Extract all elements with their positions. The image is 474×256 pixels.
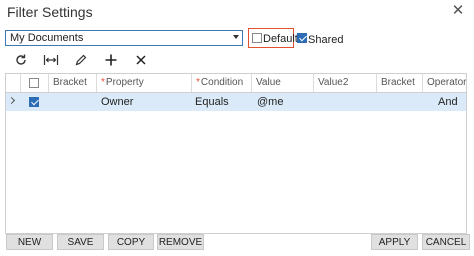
cell-operator[interactable]: And xyxy=(438,93,464,111)
column-header-property[interactable]: *Property xyxy=(96,74,191,92)
column-header-condition-label: Condition xyxy=(200,77,244,88)
filter-grid: Bracket *Property *Condition Value Value… xyxy=(5,73,467,234)
default-checkbox[interactable] xyxy=(252,33,262,43)
edit-icon[interactable] xyxy=(74,53,90,67)
column-header-value[interactable]: Value xyxy=(251,74,313,92)
dialog-title: Filter Settings xyxy=(7,4,93,20)
fit-columns-icon[interactable] xyxy=(43,53,59,67)
row-checkbox[interactable] xyxy=(29,97,39,107)
column-header-value2[interactable]: Value2 xyxy=(313,74,376,92)
cell-bracket[interactable] xyxy=(52,93,96,111)
cell-value2[interactable] xyxy=(317,93,373,111)
chevron-down-icon[interactable] xyxy=(233,35,239,39)
column-header-condition[interactable]: *Condition xyxy=(191,74,251,92)
cell-value[interactable]: @me xyxy=(257,93,311,111)
cell-property[interactable]: Owner xyxy=(101,93,189,111)
cancel-button[interactable]: CANCEL xyxy=(422,234,470,250)
save-button[interactable]: SAVE xyxy=(57,234,104,250)
column-header-bracket[interactable]: Bracket xyxy=(48,74,96,92)
title-bar: Filter Settings ✕ xyxy=(0,0,474,24)
table-row[interactable]: Owner Equals @me And xyxy=(6,93,466,111)
add-icon[interactable] xyxy=(104,53,120,67)
shared-label: Shared xyxy=(308,34,344,46)
select-all-checkbox[interactable] xyxy=(29,78,39,88)
select-all-header[interactable] xyxy=(20,74,48,92)
cell-condition[interactable]: Equals xyxy=(195,93,249,111)
filter-settings-dialog: Filter Settings ✕ My Documents Default S… xyxy=(0,0,474,256)
footer-bar: NEW SAVE COPY REMOVE APPLY CANCEL xyxy=(0,234,474,256)
copy-button[interactable]: COPY xyxy=(108,234,154,250)
row-indicator-icon xyxy=(7,96,16,105)
column-header-property-label: Property xyxy=(105,77,144,88)
grid-header: Bracket *Property *Condition Value Value… xyxy=(6,74,466,93)
filter-select[interactable]: My Documents xyxy=(5,30,243,46)
column-header-operator[interactable]: Operator xyxy=(422,74,466,92)
refresh-icon[interactable] xyxy=(14,53,30,67)
column-header-bracket2[interactable]: Bracket xyxy=(376,74,422,92)
delete-icon[interactable] xyxy=(134,53,150,67)
required-marker: * xyxy=(196,77,200,88)
shared-checkbox[interactable] xyxy=(297,33,307,43)
apply-button[interactable]: APPLY xyxy=(371,234,418,250)
required-marker: * xyxy=(101,77,105,88)
cell-bracket2[interactable] xyxy=(380,93,420,111)
close-icon[interactable]: ✕ xyxy=(450,3,466,19)
default-label: Default xyxy=(263,33,298,45)
remove-button[interactable]: REMOVE xyxy=(157,234,204,250)
filter-select-value: My Documents xyxy=(10,32,84,44)
new-button[interactable]: NEW xyxy=(6,234,53,250)
